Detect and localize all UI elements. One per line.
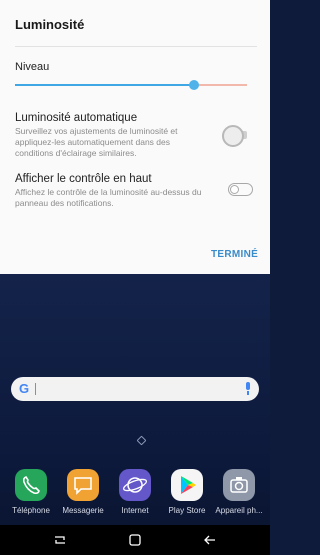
app-dock: Téléphone Messagerie Internet Play Store…	[0, 469, 270, 519]
app-phone[interactable]: Téléphone	[4, 469, 58, 515]
app-label: Messagerie	[62, 506, 104, 515]
camera-icon	[223, 469, 255, 501]
back-arrow-icon[interactable]	[202, 532, 218, 548]
brightness-panel: Luminosité Niveau Luminosité automatique…	[0, 0, 270, 274]
auto-brightness-title[interactable]: Luminosité automatique	[15, 112, 137, 124]
slider-thumb[interactable]	[188, 80, 199, 90]
slider-fill	[15, 84, 194, 86]
app-camera[interactable]: Appareil ph...	[212, 469, 266, 515]
show-top-title[interactable]: Afficher le contrôle en haut	[15, 173, 152, 185]
auto-brightness-description: Surveillez vos ajustements de luminosité…	[15, 126, 178, 158]
panel-title: Luminosité	[15, 17, 85, 32]
brightness-slider[interactable]	[15, 78, 247, 92]
show-top-switch[interactable]	[228, 183, 253, 196]
play-store-icon	[171, 469, 203, 501]
done-button[interactable]: TERMINÉ	[211, 249, 258, 260]
app-label: Play Store	[168, 506, 206, 515]
toggle-thumb	[222, 125, 244, 147]
app-play-store[interactable]: Play Store	[160, 469, 214, 515]
recent-apps-icon[interactable]	[52, 532, 68, 548]
app-label: Appareil ph...	[215, 506, 263, 515]
app-messages[interactable]: Messagerie	[56, 469, 110, 515]
app-internet[interactable]: Internet	[108, 469, 162, 515]
google-icon: G	[18, 381, 30, 396]
text-cursor	[35, 383, 36, 395]
phone-icon	[15, 469, 47, 501]
app-label: Téléphone	[12, 506, 50, 515]
message-icon	[67, 469, 99, 501]
app-label: Internet	[121, 506, 149, 515]
mic-icon[interactable]	[244, 382, 252, 396]
internet-icon	[119, 469, 151, 501]
divider	[15, 46, 257, 47]
level-label: Niveau	[15, 61, 50, 73]
show-top-description: Affichez le contrôle de la luminosité au…	[15, 187, 202, 208]
google-search-bar[interactable]: G	[11, 377, 259, 401]
switch-knob	[230, 185, 239, 194]
navigation-bar	[0, 525, 270, 555]
home-button-icon[interactable]	[127, 532, 143, 548]
auto-brightness-toggle[interactable]	[221, 124, 247, 147]
